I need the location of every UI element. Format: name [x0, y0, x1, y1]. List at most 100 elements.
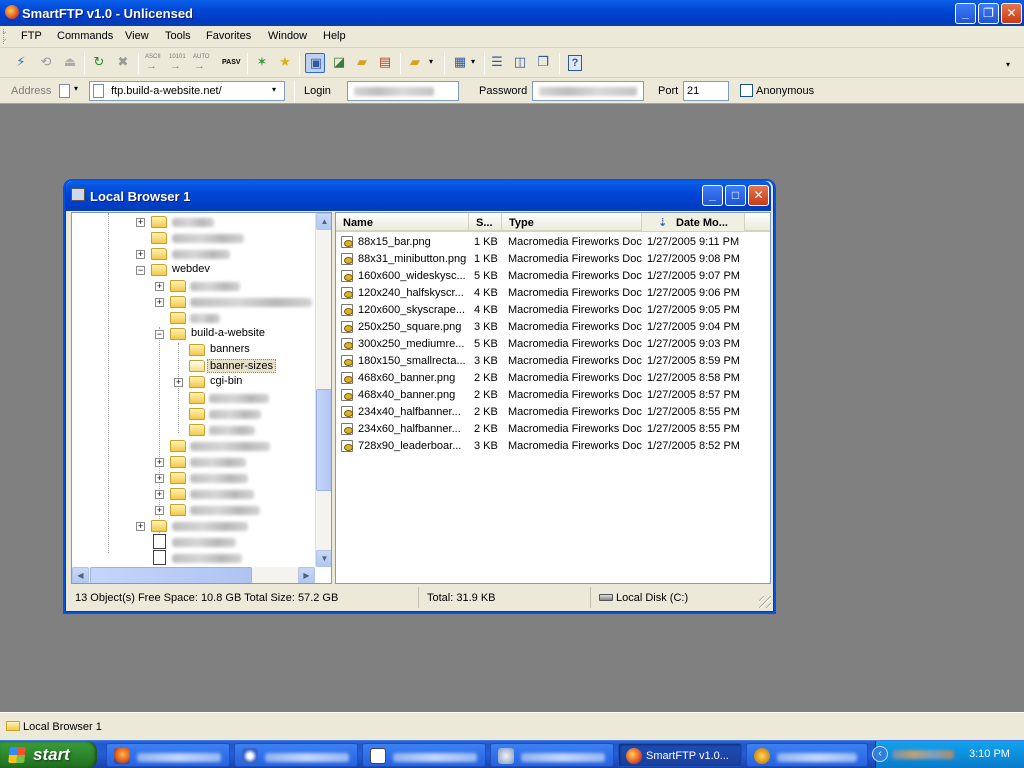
scroll-up-icon[interactable]: ▲	[316, 213, 331, 230]
menu-window[interactable]: Window	[268, 30, 307, 42]
expand-icon[interactable]: +	[155, 490, 164, 499]
cascade-button[interactable]: ❐	[533, 53, 553, 73]
scroll-down-icon[interactable]: ▼	[316, 550, 331, 567]
column-name[interactable]: Name	[336, 213, 469, 231]
tree-horizontal-scrollbar[interactable]: ◀ ▶	[72, 567, 315, 583]
collapse-icon[interactable]: −	[136, 266, 145, 275]
address-type-dropdown[interactable]: ▾	[57, 82, 85, 100]
local-browser-button[interactable]: ▰	[352, 53, 372, 73]
child-maximize-button[interactable]: □	[725, 185, 746, 206]
start-button[interactable]: start	[0, 741, 97, 768]
table-row[interactable]: 468x60_banner.png 2 KB Macromedia Firework…	[336, 370, 770, 387]
expand-icon[interactable]: +	[136, 218, 145, 227]
task-realplayer[interactable]	[234, 743, 358, 767]
tree-node[interactable]	[72, 230, 312, 246]
auto-mode-button[interactable]: AUTO →	[192, 53, 214, 73]
expand-icon[interactable]: +	[136, 522, 145, 531]
reconnect-button[interactable]: ⟲	[36, 53, 56, 73]
add-favorite-button[interactable]: ✶	[252, 53, 272, 73]
close-button[interactable]: ✕	[1001, 3, 1022, 24]
menu-favorites[interactable]: Favorites	[206, 30, 251, 42]
tree-node[interactable]: +	[72, 246, 312, 262]
port-input[interactable]: 21	[683, 81, 729, 101]
table-row[interactable]: 88x31_minibutton.png 1 KB Macromedia Firew…	[336, 251, 770, 268]
table-row[interactable]: 234x60_halfbanner... 2 KB Macromedia Firew…	[336, 421, 770, 438]
tree-node[interactable]: +	[72, 470, 312, 486]
table-row[interactable]: 300x250_mediumre... 5 KB Macromedia Firewo…	[336, 336, 770, 353]
expand-icon[interactable]: +	[136, 250, 145, 259]
expand-icon[interactable]: +	[174, 378, 183, 387]
tree-node[interactable]: +	[72, 294, 312, 310]
tree-node[interactable]	[72, 534, 312, 550]
tree-node-banner-sizes[interactable]: banner-sizes	[72, 358, 312, 374]
login-input[interactable]	[347, 81, 459, 101]
collapse-icon[interactable]: −	[155, 330, 164, 339]
tree-node[interactable]: +	[72, 502, 312, 518]
tree-node[interactable]: +	[72, 214, 312, 230]
tree-node[interactable]	[72, 550, 312, 566]
disconnect-button[interactable]: ⏏	[60, 53, 80, 73]
restore-button[interactable]: ❐	[978, 3, 999, 24]
anonymous-label[interactable]: Anonymous	[756, 85, 814, 97]
task-firefox[interactable]	[106, 743, 230, 767]
local-browser-title-bar[interactable]: Local Browser 1 _ □ ✕	[66, 181, 771, 211]
file-list[interactable]: Name S... Type ⇣ Date Mo... 88x15_bar.pn…	[335, 212, 771, 584]
expand-icon[interactable]: +	[155, 298, 164, 307]
task-smartftp[interactable]: SmartFTP v1.0...	[618, 743, 742, 767]
ascii-mode-button[interactable]: ASCII →	[144, 53, 166, 73]
scroll-right-icon[interactable]: ▶	[298, 567, 315, 583]
tree-node[interactable]: +	[72, 518, 312, 534]
toolbar-chevron-icon[interactable]: ▾	[1006, 60, 1010, 69]
table-row[interactable]: 468x40_banner.png 2 KB Macromedia Firework…	[336, 387, 770, 404]
address-input[interactable]: ftp.build-a-website.net/	[111, 85, 222, 97]
view-mode-dropdown[interactable]: ▦ ▾	[450, 53, 480, 73]
app-title-bar[interactable]: SmartFTP v1.0 - Unlicensed _ ❐ ✕	[0, 0, 1024, 26]
refresh-button[interactable]: ↻	[89, 53, 109, 73]
binary-mode-button[interactable]: 10101 →	[168, 53, 190, 73]
tree-node-build-a-website[interactable]: − build-a-website	[72, 326, 312, 342]
favorites-button[interactable]: ★	[275, 53, 295, 73]
help-button[interactable]: ?	[565, 53, 585, 73]
child-minimize-button[interactable]: _	[702, 185, 723, 206]
stop-button[interactable]: ✖	[113, 53, 133, 73]
scroll-left-icon[interactable]: ◀	[72, 567, 89, 583]
table-row[interactable]: 120x600_skyscrape... 4 KB Macromedia Firew…	[336, 302, 770, 319]
expand-icon[interactable]: +	[155, 506, 164, 515]
expand-icon[interactable]: +	[155, 458, 164, 467]
tree-node[interactable]	[72, 390, 312, 406]
address-combo[interactable]: ftp.build-a-website.net/ ▾	[89, 81, 285, 101]
task-explorer[interactable]	[490, 743, 614, 767]
column-type[interactable]: Type	[502, 213, 642, 231]
minimize-button[interactable]: _	[955, 3, 976, 24]
tree-node-banners[interactable]: banners	[72, 342, 312, 358]
global-queue-button[interactable]: ▣	[305, 53, 325, 73]
password-input[interactable]	[532, 81, 644, 101]
split-view-button[interactable]: ▤	[375, 53, 395, 73]
connect-button[interactable]: ⚡	[11, 53, 31, 73]
table-row[interactable]: 88x15_bar.png 1 KB Macromedia Fireworks Do…	[336, 234, 770, 251]
table-row[interactable]: 160x600_wideskysc... 5 KB Macromedia Firew…	[336, 268, 770, 285]
menu-help[interactable]: Help	[323, 30, 346, 42]
tree-node[interactable]	[72, 438, 312, 454]
menu-tools[interactable]: Tools	[165, 30, 191, 42]
tree-node[interactable]	[72, 422, 312, 438]
menu-ftp[interactable]: FTP	[21, 30, 42, 42]
tree-node[interactable]: +	[72, 278, 312, 294]
table-row[interactable]: 250x250_square.png 3 KB Macromedia Firewor…	[336, 319, 770, 336]
open-folder-dropdown[interactable]: ▰ ▾	[405, 53, 439, 73]
folder-tree[interactable]: + + − webdev + + − build-a-website banners…	[71, 212, 332, 584]
column-date-modified[interactable]: ⇣ Date Mo...	[642, 213, 745, 231]
resize-grip[interactable]	[759, 596, 771, 608]
tree-node-cgi-bin[interactable]: + cgi-bin	[72, 374, 312, 390]
tree-node-webdev[interactable]: − webdev	[72, 262, 312, 278]
tree-vertical-thumb[interactable]	[316, 389, 331, 491]
tree-vertical-scrollbar[interactable]: ▲ ▼	[315, 213, 331, 567]
tree-horizontal-thumb[interactable]	[90, 567, 252, 583]
tab-local-browser[interactable]: Local Browser 1	[3, 716, 113, 738]
tree-node[interactable]: +	[72, 454, 312, 470]
child-close-button[interactable]: ✕	[748, 185, 769, 206]
menu-view[interactable]: View	[125, 30, 149, 42]
expand-icon[interactable]: +	[155, 282, 164, 291]
tree-node[interactable]	[72, 406, 312, 422]
tile-horizontal-button[interactable]: ☰	[487, 53, 507, 73]
